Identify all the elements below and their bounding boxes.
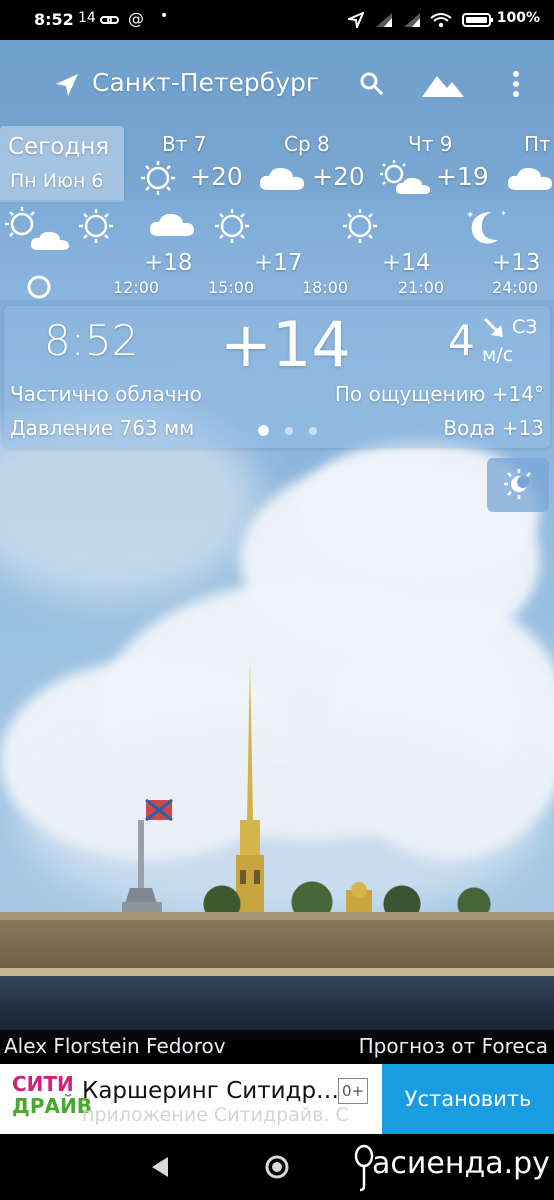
sun-eclipse-icon [504, 469, 531, 499]
sun-icon [141, 161, 175, 195]
cloud-icon [149, 213, 194, 236]
home-icon[interactable] [264, 1154, 290, 1180]
battery-percent: 100% [496, 10, 540, 26]
moon-stars-icon: ✦ ✦ [466, 209, 507, 244]
signal-2-icon [404, 13, 420, 27]
battery-icon [462, 13, 493, 27]
status-notification-count: 14 [78, 10, 96, 26]
wifi-icon [430, 13, 452, 28]
today-date: Пн Июн 6 [10, 170, 104, 192]
day-label: Пт [524, 132, 551, 156]
hour-time: 15:00 [208, 278, 255, 297]
hour-time: 12:00 [113, 278, 160, 297]
day-temp: +20 [312, 162, 365, 191]
wind-direction: СЗ [512, 316, 538, 338]
navigation-arrow-icon[interactable] [54, 72, 80, 98]
wind-unit: м/с [482, 344, 514, 366]
signal-1-icon [376, 13, 392, 27]
svg-text:✦: ✦ [500, 209, 507, 218]
ad-logo-top: СИТИ [12, 1072, 74, 1096]
ad-title[interactable]: Каршеринг Ситидр… [82, 1078, 339, 1104]
page-indicator-dot [285, 427, 293, 435]
water-temp-text: Вода +13 [443, 416, 544, 440]
hour-temp: +18 [144, 250, 193, 276]
back-icon[interactable] [150, 1156, 170, 1178]
dot-icon: • [160, 8, 169, 24]
day-label: Ср 8 [284, 132, 330, 156]
hour-time: 24:00 [492, 278, 539, 297]
hour-temp: +14 [382, 250, 431, 276]
hour-time: 21:00 [398, 278, 445, 297]
sun-icon [343, 209, 377, 243]
condition-text: Частично облачно [10, 382, 202, 406]
status-time: 8:52 [34, 10, 74, 29]
install-button[interactable]: Установить [382, 1064, 554, 1134]
more-vert-icon[interactable] [512, 70, 520, 98]
mountain-image-icon[interactable] [422, 70, 464, 98]
search-icon[interactable] [360, 72, 384, 96]
fortress-wall [0, 912, 554, 972]
current-time: 8:52 [44, 316, 139, 365]
ad-subtitle: приложение Ситидрайв. С [82, 1104, 349, 1126]
today-label: Сегодня [8, 134, 110, 160]
tab-today[interactable]: Сегодня Пн Июн 6 [0, 126, 124, 202]
hour-temp: +17 [254, 250, 303, 276]
city-name[interactable]: Санкт-Петербург [92, 68, 319, 97]
cloud-icon [259, 167, 304, 190]
wind-speed: 4 [448, 316, 475, 365]
partly-cloudy-icon [380, 160, 430, 194]
sun-icon [79, 209, 113, 243]
svg-text:✦: ✦ [466, 210, 474, 221]
at-sign-icon: @ [128, 9, 144, 28]
wind-direction-arrow-icon [483, 317, 503, 337]
page-indicator-dot [309, 427, 317, 435]
day-label: Вт 7 [162, 132, 207, 156]
ad-banner[interactable]: СИТИ ДРАЙВ Каршеринг Ситидр… 0+ приложен… [0, 1064, 554, 1134]
watermark-text: асиенда.ру [372, 1146, 550, 1181]
sun-icon [215, 209, 249, 243]
current-conditions-panel[interactable]: 8:52 +14 4 СЗ м/с Частично облачно По ощ… [4, 306, 550, 448]
navigation-bar: асиенда.ру [0, 1134, 554, 1200]
day-temp: +19 [436, 162, 489, 191]
location-arrow-icon [348, 12, 364, 28]
feels-like-text: По ощущению +14° [334, 382, 544, 406]
partly-cloudy-icon [5, 207, 69, 250]
current-time-marker-icon [27, 275, 51, 299]
status-bar: 8:52 14 @ • 100% [0, 0, 554, 40]
hour-time: 18:00 [302, 278, 349, 297]
day-label: Чт 9 [408, 132, 453, 156]
sun-moon-button[interactable] [487, 458, 549, 512]
current-temperature: +14 [220, 308, 351, 381]
ad-logo-bottom: ДРАЙВ [12, 1094, 92, 1118]
page-indicator-dot [258, 425, 269, 436]
cloud-icon [507, 167, 552, 190]
forecast-provider[interactable]: Прогноз от Foreca [359, 1034, 548, 1058]
hour-temp: +13 [492, 250, 541, 276]
day-temp: +20 [190, 162, 243, 191]
photo-credit[interactable]: Alex Florstein Fedorov [4, 1034, 226, 1058]
pressure-text: Давление 763 мм [10, 416, 195, 440]
link-icon [100, 16, 119, 24]
ad-age-rating: 0+ [338, 1078, 368, 1104]
